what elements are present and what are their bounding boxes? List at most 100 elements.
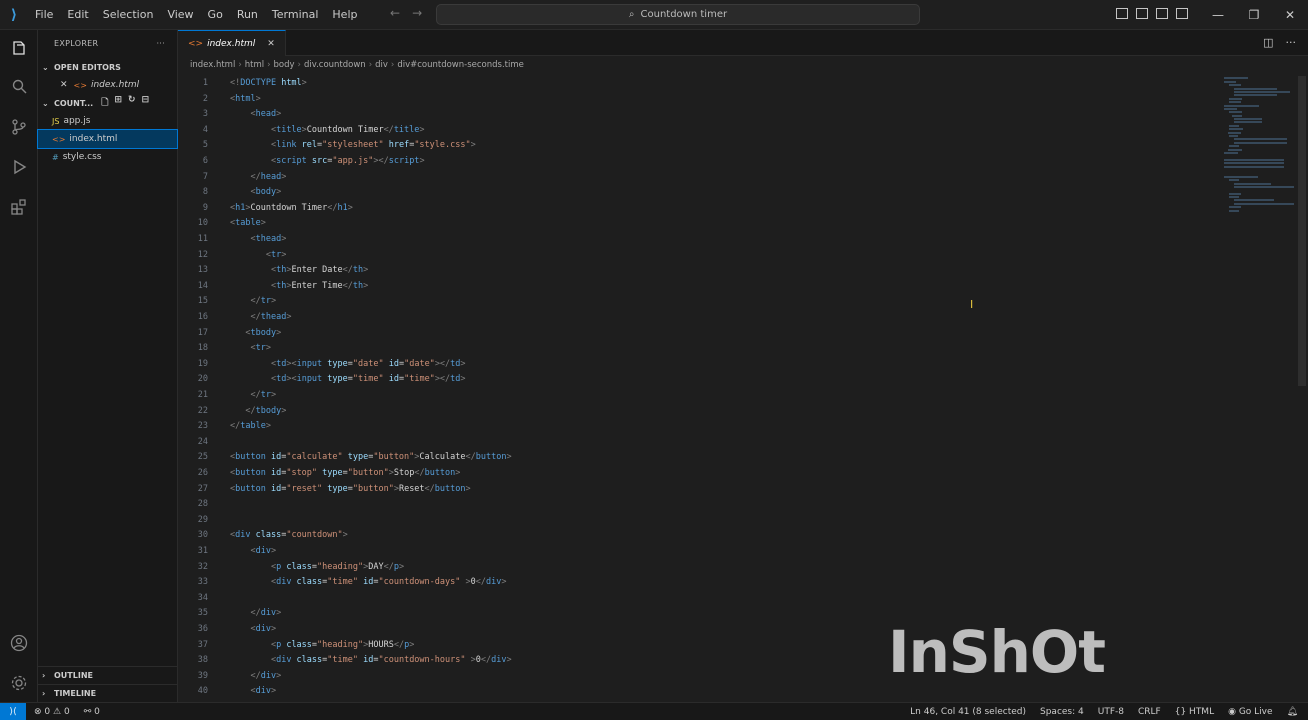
indentation[interactable]: Spaces: 4 xyxy=(1040,707,1084,717)
breadcrumb-item[interactable]: div#countdown-seconds.time xyxy=(397,60,524,70)
ports-indicator[interactable]: ⚯ 0 xyxy=(84,707,100,717)
collapse-all-icon[interactable]: ⊟ xyxy=(142,95,150,111)
code-line[interactable]: 10 <table> xyxy=(178,216,1178,232)
code-line[interactable]: 4 <title>Countdown Timer</title> xyxy=(178,123,1178,139)
toggle-sidebar-icon[interactable] xyxy=(1116,8,1128,19)
remote-indicator-icon[interactable]: ⟩⟨ xyxy=(0,702,26,720)
menu-item-go[interactable]: Go xyxy=(201,8,230,21)
code-line[interactable]: 18 <tr> xyxy=(178,341,1178,357)
restore-icon[interactable]: ❐ xyxy=(1236,0,1272,30)
cursor-position[interactable]: Ln 46, Col 41 (8 selected) xyxy=(910,707,1026,717)
code-line[interactable]: 12 <tr> xyxy=(178,248,1178,264)
menu-item-help[interactable]: Help xyxy=(325,8,364,21)
code-line[interactable]: 27 <button id="reset" type="button">Reset… xyxy=(178,482,1178,498)
encoding[interactable]: UTF-8 xyxy=(1098,707,1124,717)
close-window-icon[interactable]: ✕ xyxy=(1272,0,1308,30)
command-center-search[interactable]: ⌕ Countdown timer xyxy=(436,4,920,25)
menu-item-terminal[interactable]: Terminal xyxy=(265,8,326,21)
code-line[interactable]: 14 <th>Enter Time</th> xyxy=(178,279,1178,295)
refresh-icon[interactable]: ↻ xyxy=(128,95,136,111)
breadcrumb-item[interactable]: body xyxy=(274,60,295,70)
code-line[interactable]: 1 <!DOCTYPE html> xyxy=(178,76,1178,92)
menu-item-file[interactable]: File xyxy=(28,8,60,21)
menu-item-edit[interactable]: Edit xyxy=(60,8,95,21)
code-editor[interactable]: 1 <!DOCTYPE html> 2 <html> 3 <head> 4 <title>… xyxy=(178,76,1218,702)
scrollbar-thumb[interactable] xyxy=(1298,76,1306,386)
back-arrow-icon[interactable]: ← xyxy=(390,6,400,20)
code-line[interactable]: 25 <button id="calculate" type="button">C… xyxy=(178,450,1178,466)
file-item-app-js[interactable]: JS app.js xyxy=(38,112,177,130)
more-actions-icon[interactable]: ··· xyxy=(1286,36,1297,49)
toggle-panel-icon[interactable] xyxy=(1136,8,1148,19)
code-line[interactable]: 22 </tbody> xyxy=(178,404,1178,420)
close-tab-icon[interactable]: ✕ xyxy=(267,39,275,49)
code-line[interactable]: 31 <div> xyxy=(178,544,1178,560)
chevron-right-icon: › xyxy=(42,689,46,698)
code-line[interactable]: 34 xyxy=(178,591,1178,607)
breadcrumb-item[interactable]: html xyxy=(245,60,264,70)
problems-indicator[interactable]: ⊗ 0 ⚠ 0 xyxy=(34,707,70,717)
code-token: > xyxy=(281,249,287,260)
search-activity-icon[interactable] xyxy=(8,76,30,98)
open-editor-item[interactable]: ✕ <> index.html xyxy=(38,76,177,94)
toggle-secondary-sidebar-icon[interactable] xyxy=(1156,8,1168,19)
close-editor-icon[interactable]: ✕ xyxy=(60,80,68,90)
code-line[interactable]: 30 <div class="countdown"> xyxy=(178,528,1178,544)
more-actions-icon[interactable]: ··· xyxy=(156,39,165,48)
code-line[interactable]: 32 <p class="heading">DAY</p> xyxy=(178,560,1178,576)
language-mode[interactable]: {} HTML xyxy=(1175,707,1214,717)
file-item-index-html[interactable]: <> index.html xyxy=(37,129,178,149)
folder-section[interactable]: ⌄ COUNT... 🗋 ⊞ ↻ ⊟ xyxy=(38,94,177,112)
code-line[interactable]: 21 </tr> xyxy=(178,388,1178,404)
line-ending[interactable]: CRLF xyxy=(1138,707,1161,717)
account-icon[interactable] xyxy=(8,632,30,654)
forward-arrow-icon[interactable]: → xyxy=(412,6,422,20)
code-line[interactable]: 8 <body> xyxy=(178,185,1178,201)
menu-item-view[interactable]: View xyxy=(160,8,200,21)
minimap[interactable] xyxy=(1224,76,1294,212)
code-line[interactable]: 2 <html> xyxy=(178,92,1178,108)
breadcrumb-item[interactable]: div xyxy=(375,60,388,70)
code-line[interactable]: 5 <link rel="stylesheet" href="style.css… xyxy=(178,138,1178,154)
menu-item-run[interactable]: Run xyxy=(230,8,265,21)
settings-gear-icon[interactable] xyxy=(8,672,30,694)
code-line[interactable]: 24 xyxy=(178,435,1178,451)
code-line[interactable]: 16 </thead> xyxy=(178,310,1178,326)
breadcrumb-item[interactable]: div.countdown xyxy=(304,60,366,70)
code-line[interactable]: 23 </table> xyxy=(178,419,1178,435)
code-line[interactable]: 15 </tr> xyxy=(178,294,1178,310)
timeline-section[interactable]: › TIMELINE xyxy=(38,684,177,702)
code-line[interactable]: 28 xyxy=(178,497,1178,513)
explorer-icon[interactable] xyxy=(8,38,30,60)
code-line[interactable]: 6 <script src="app.js"></script> xyxy=(178,154,1178,170)
file-item-style-css[interactable]: # style.css xyxy=(38,148,177,166)
code-line[interactable]: 9 <h1>Countdown Timer</h1> xyxy=(178,201,1178,217)
extensions-icon[interactable] xyxy=(8,196,30,218)
new-folder-icon[interactable]: ⊞ xyxy=(114,95,122,111)
tab-index-html[interactable]: <> index.html ✕ xyxy=(178,30,286,56)
code-line[interactable]: 26 <button id="stop" type="button">Stop</… xyxy=(178,466,1178,482)
code-line[interactable]: 29 xyxy=(178,513,1178,529)
customize-layout-icon[interactable] xyxy=(1176,8,1188,19)
split-editor-icon[interactable]: ◫ xyxy=(1263,36,1273,49)
run-debug-icon[interactable] xyxy=(8,156,30,178)
new-file-icon[interactable]: 🗋 xyxy=(101,95,108,111)
code-line[interactable]: 40 <div> xyxy=(178,684,1178,700)
editor-scrollbar[interactable] xyxy=(1296,76,1308,702)
code-line[interactable]: 19 <td><input type="date" id="date"></td… xyxy=(178,357,1178,373)
breadcrumb-item[interactable]: index.html xyxy=(190,60,235,70)
go-live-button[interactable]: ◉ Go Live xyxy=(1228,707,1272,717)
menu-item-selection[interactable]: Selection xyxy=(96,8,161,21)
outline-section[interactable]: › OUTLINE xyxy=(38,666,177,684)
code-line[interactable]: 17 <tbody> xyxy=(178,326,1178,342)
open-editors-section[interactable]: ⌄ OPEN EDITORS xyxy=(38,58,177,76)
code-line[interactable]: 11 <thead> xyxy=(178,232,1178,248)
code-line[interactable]: 7 </head> xyxy=(178,170,1178,186)
notifications-bell-icon[interactable]: 🔔︎ xyxy=(1287,707,1298,717)
code-line[interactable]: 33 <div class="time" id="countdown-days"… xyxy=(178,575,1178,591)
code-line[interactable]: 13 <th>Enter Date</th> xyxy=(178,263,1178,279)
code-line[interactable]: 20 <td><input type="time" id="time"></td… xyxy=(178,372,1178,388)
source-control-icon[interactable] xyxy=(8,116,30,138)
minimize-icon[interactable]: — xyxy=(1200,0,1236,30)
code-line[interactable]: 3 <head> xyxy=(178,107,1178,123)
